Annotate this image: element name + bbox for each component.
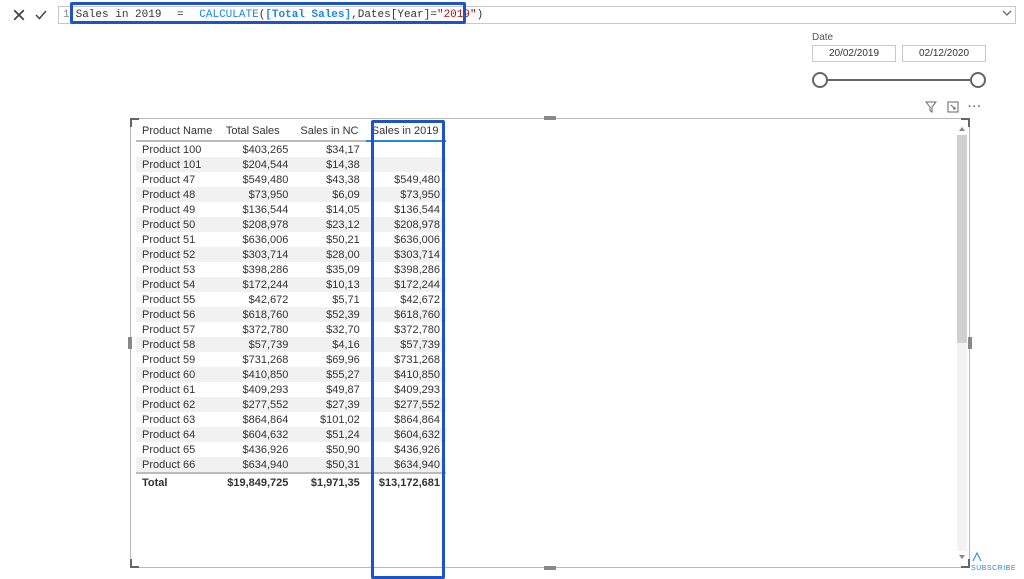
table-row[interactable]: Product 63$864,864$101,02$864,864 <box>136 412 446 427</box>
table-visual[interactable]: Product NameTotal SalesSales in NCSales … <box>130 118 970 568</box>
filter-icon[interactable] <box>924 100 938 114</box>
formula-measure-name: Sales in 2019 <box>76 9 162 21</box>
table-row[interactable]: Product 53$398,286$35,09$398,286 <box>136 262 446 277</box>
resize-handle-top[interactable] <box>544 116 556 120</box>
table-footer-cell: $1,971,35 <box>294 473 365 491</box>
more-options-icon[interactable]: ··· <box>968 100 982 114</box>
table-row[interactable]: Product 47$549,480$43,38$549,480 <box>136 172 446 187</box>
table-row[interactable]: Product 66$634,940$50,31$634,940 <box>136 457 446 473</box>
table-row[interactable]: Product 101$204,544$14,38 <box>136 157 446 172</box>
table-row[interactable]: Product 64$604,632$51,24$604,632 <box>136 427 446 442</box>
date-slicer: Date 20/02/2019 02/12/2020 <box>812 32 986 90</box>
date-slider-handle-left[interactable] <box>812 72 828 88</box>
data-table: Product NameTotal SalesSales in NCSales … <box>136 122 446 491</box>
resize-handle-bl[interactable] <box>130 558 140 568</box>
table-row[interactable]: Product 58$57,739$4,16$57,739 <box>136 337 446 352</box>
date-slicer-label: Date <box>812 32 986 43</box>
table-row[interactable]: Product 52$303,714$28,00$303,714 <box>136 247 446 262</box>
table-row[interactable]: Product 56$618,760$52,39$618,760 <box>136 307 446 322</box>
formula-function: CALCULATE <box>199 9 258 21</box>
vertical-scrollbar[interactable] <box>957 123 967 563</box>
table-row[interactable]: Product 55$42,672$5,71$42,672 <box>136 292 446 307</box>
scrollbar-thumb[interactable] <box>957 135 967 343</box>
table-row[interactable]: Product 49$136,544$14,05$136,544 <box>136 202 446 217</box>
table-row[interactable]: Product 100$403,265$34,17 <box>136 141 446 157</box>
date-slider-track[interactable] <box>812 70 986 90</box>
resize-handle-left[interactable] <box>128 337 132 349</box>
table-header[interactable]: Total Sales <box>220 122 295 141</box>
table-header[interactable]: Product Name <box>136 122 220 141</box>
table-row[interactable]: Product 62$277,552$27,39$277,552 <box>136 397 446 412</box>
formula-cancel-button[interactable] <box>8 6 30 24</box>
table-footer-cell: Total <box>136 473 220 491</box>
scroll-down-button[interactable] <box>957 551 967 563</box>
table-row[interactable]: Product 54$172,244$10,13$172,244 <box>136 277 446 292</box>
resize-handle-right[interactable] <box>968 337 972 349</box>
table-header[interactable]: Sales in 2019 <box>366 122 446 141</box>
date-to-input[interactable]: 02/12/2020 <box>902 45 986 62</box>
subscribe-watermark: SUBSCRIBE <box>971 551 1016 572</box>
formula-bar-expand-button[interactable] <box>1000 6 1014 20</box>
date-slider-handle-right[interactable] <box>970 72 986 88</box>
table-row[interactable]: Product 57$372,780$32,70$372,780 <box>136 322 446 337</box>
resize-handle-bottom[interactable] <box>544 566 556 570</box>
table-row[interactable]: Product 60$410,850$55,27$410,850 <box>136 367 446 382</box>
focus-mode-icon[interactable] <box>946 100 960 114</box>
table-footer-cell: $13,172,681 <box>366 473 446 491</box>
table-row[interactable]: Product 59$731,268$69,96$731,268 <box>136 352 446 367</box>
date-from-input[interactable]: 20/02/2019 <box>812 45 896 62</box>
table-row[interactable]: Product 48$73,950$6,09$73,950 <box>136 187 446 202</box>
scroll-up-button[interactable] <box>957 123 967 135</box>
formula-commit-button[interactable] <box>30 6 52 24</box>
formula-bar-input[interactable]: 1 Sales in 2019 = CALCULATE ( [Total Sal… <box>58 6 1016 24</box>
table-row[interactable]: Product 65$436,926$50,90$436,926 <box>136 442 446 457</box>
table-row[interactable]: Product 51$636,006$50,21$636,006 <box>136 232 446 247</box>
table-footer-cell: $19,849,725 <box>220 473 295 491</box>
table-row[interactable]: Product 50$208,978$23,12$208,978 <box>136 217 446 232</box>
formula-line-number: 1 <box>63 9 70 21</box>
table-header[interactable]: Sales in NC <box>294 122 365 141</box>
table-row[interactable]: Product 61$409,293$49,87$409,293 <box>136 382 446 397</box>
